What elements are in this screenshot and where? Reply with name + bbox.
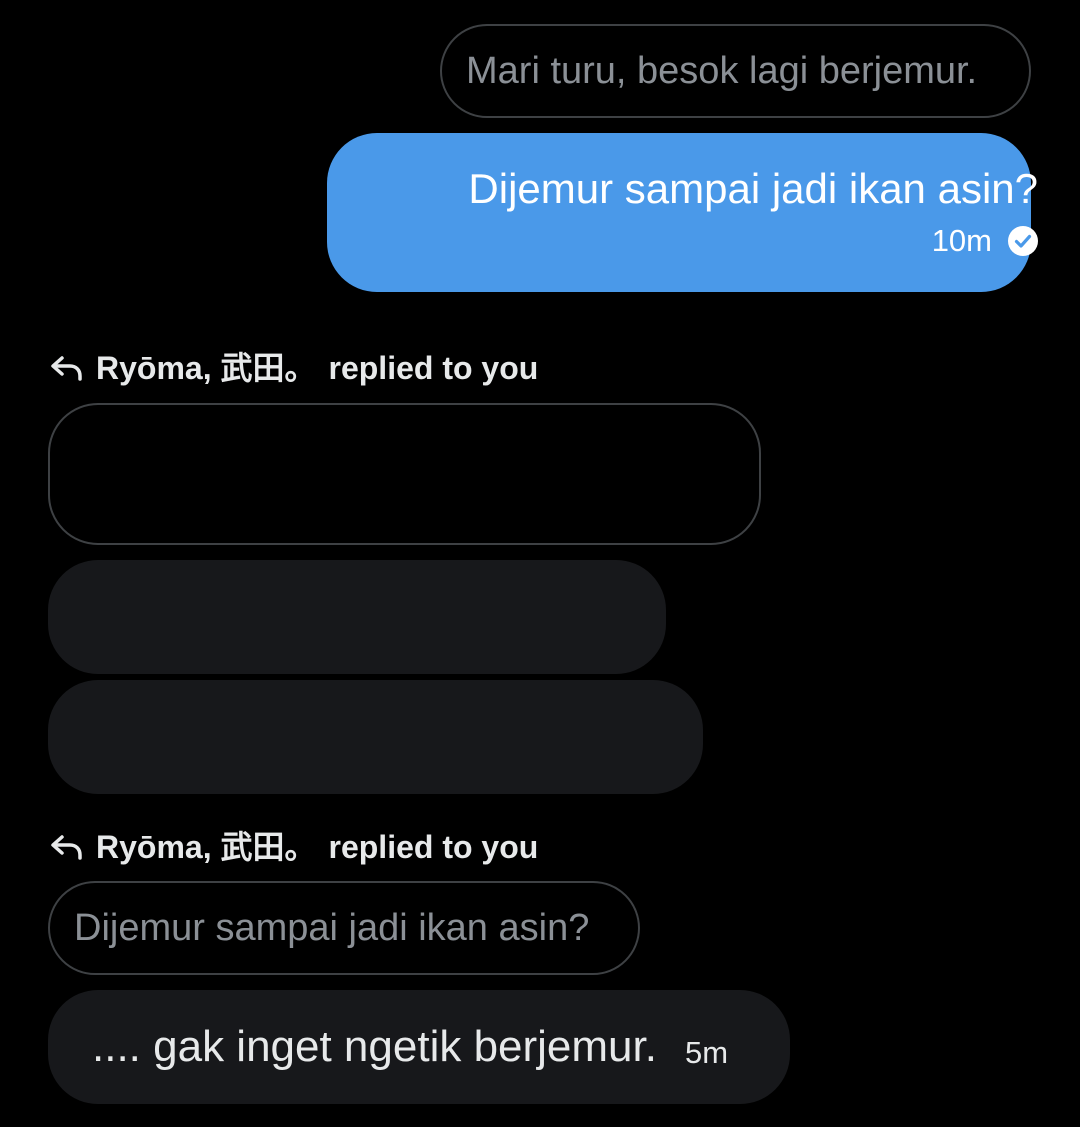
check-circle-icon: [1008, 225, 1038, 256]
reply-label-suffix: replied to you: [328, 350, 539, 386]
quoted-message-text: Dijemur sampai jadi ikan asin?: [74, 907, 590, 949]
reply-label: Ryōma, 武田。 replied to you: [50, 352, 538, 384]
received-message-text: .... gak inget ngetik berjemur.: [92, 1022, 657, 1071]
quoted-message-bottom[interactable]: Dijemur sampai jadi ikan asin?: [48, 881, 640, 975]
reply-label: Ryōma, 武田。 replied to you: [50, 831, 538, 863]
sent-message-bubble[interactable]: [327, 133, 1031, 292]
quoted-message-hidden[interactable]: [48, 403, 761, 545]
received-message-bubble[interactable]: [48, 680, 703, 794]
reply-arrow-icon: [50, 832, 84, 862]
quoted-message-top[interactable]: Mari turu, besok lagi berjemur.: [440, 24, 1031, 118]
received-message-bubble[interactable]: [48, 560, 666, 674]
sent-message-time: 10m: [931, 223, 992, 258]
reply-author-name: Ryōma, 武田。: [96, 350, 317, 386]
received-message-time: 5m: [684, 1034, 729, 1070]
reply-arrow-icon: [50, 353, 84, 383]
reply-author-name: Ryōma, 武田。: [96, 829, 317, 865]
sent-message-text: Dijemur sampai jadi ikan asin?: [468, 165, 1038, 212]
reply-label-suffix: replied to you: [328, 829, 539, 865]
received-message-bubble[interactable]: .... gak inget ngetik berjemur. 5m: [48, 990, 790, 1104]
quoted-message-text: Mari turu, besok lagi berjemur.: [466, 50, 978, 92]
sent-message-meta: 10m: [932, 225, 1038, 256]
